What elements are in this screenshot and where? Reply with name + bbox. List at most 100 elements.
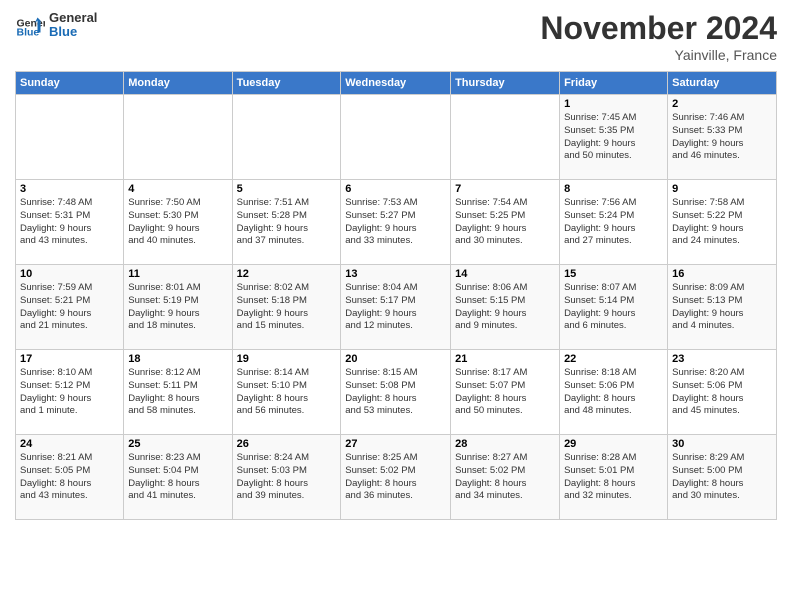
day-info: Sunrise: 8:27 AM Sunset: 5:02 PM Dayligh…: [455, 452, 555, 503]
calendar-cell: 1 Sunrise: 7:45 AM Sunset: 5:35 PM Daylig…: [560, 95, 668, 180]
day-info: Sunrise: 8:25 AM Sunset: 5:02 PM Dayligh…: [345, 452, 446, 503]
location-title: Yainville, France: [540, 47, 777, 63]
calendar-cell: 27 Sunrise: 8:25 AM Sunset: 5:02 PM Dayli…: [341, 435, 451, 520]
day-number: 10: [20, 268, 119, 280]
calendar: SundayMondayTuesdayWednesdayThursdayFrid…: [15, 71, 777, 520]
day-info: Sunrise: 7:59 AM Sunset: 5:21 PM Dayligh…: [20, 282, 119, 333]
logo: General Blue General Blue: [15, 10, 97, 40]
day-number: 17: [20, 353, 119, 365]
calendar-cell: 17 Sunrise: 8:10 AM Sunset: 5:12 PM Dayli…: [16, 350, 124, 435]
weekday-header-wednesday: Wednesday: [341, 72, 451, 95]
week-row-3: 17 Sunrise: 8:10 AM Sunset: 5:12 PM Dayli…: [16, 350, 777, 435]
day-info: Sunrise: 8:02 AM Sunset: 5:18 PM Dayligh…: [237, 282, 337, 333]
day-number: 14: [455, 268, 555, 280]
week-row-4: 24 Sunrise: 8:21 AM Sunset: 5:05 PM Dayli…: [16, 435, 777, 520]
calendar-cell: 9 Sunrise: 7:58 AM Sunset: 5:22 PM Daylig…: [668, 180, 777, 265]
day-info: Sunrise: 8:24 AM Sunset: 5:03 PM Dayligh…: [237, 452, 337, 503]
day-number: 11: [128, 268, 227, 280]
calendar-cell: 2 Sunrise: 7:46 AM Sunset: 5:33 PM Daylig…: [668, 95, 777, 180]
calendar-cell: 5Sunrise: 7:51 AM Sunset: 5:28 PM Daylig…: [232, 180, 341, 265]
day-number: 25: [128, 438, 227, 450]
calendar-cell: [341, 95, 451, 180]
weekday-header-tuesday: Tuesday: [232, 72, 341, 95]
calendar-cell: 3 Sunrise: 7:48 AM Sunset: 5:31 PM Daylig…: [16, 180, 124, 265]
calendar-cell: 24 Sunrise: 8:21 AM Sunset: 5:05 PM Dayli…: [16, 435, 124, 520]
day-info: Sunrise: 7:53 AM Sunset: 5:27 PM Dayligh…: [345, 197, 446, 248]
calendar-cell: 8Sunrise: 7:56 AM Sunset: 5:24 PM Daylig…: [560, 180, 668, 265]
day-number: 26: [237, 438, 337, 450]
day-info: Sunrise: 7:45 AM Sunset: 5:35 PM Dayligh…: [564, 112, 663, 163]
day-number: 2: [672, 98, 772, 110]
day-number: 5: [237, 183, 337, 195]
header: General Blue General Blue November 2024 …: [15, 10, 777, 63]
day-info: Sunrise: 7:46 AM Sunset: 5:33 PM Dayligh…: [672, 112, 772, 163]
week-row-1: 3 Sunrise: 7:48 AM Sunset: 5:31 PM Daylig…: [16, 180, 777, 265]
day-info: Sunrise: 8:07 AM Sunset: 5:14 PM Dayligh…: [564, 282, 663, 333]
day-number: 7: [455, 183, 555, 195]
calendar-cell: 11 Sunrise: 8:01 AM Sunset: 5:19 PM Dayli…: [124, 265, 232, 350]
day-number: 18: [128, 353, 227, 365]
day-info: Sunrise: 8:15 AM Sunset: 5:08 PM Dayligh…: [345, 367, 446, 418]
day-number: 24: [20, 438, 119, 450]
day-info: Sunrise: 8:29 AM Sunset: 5:00 PM Dayligh…: [672, 452, 772, 503]
day-number: 6: [345, 183, 446, 195]
day-info: Sunrise: 8:17 AM Sunset: 5:07 PM Dayligh…: [455, 367, 555, 418]
day-number: 27: [345, 438, 446, 450]
weekday-header-friday: Friday: [560, 72, 668, 95]
weekday-header-sunday: Sunday: [16, 72, 124, 95]
day-info: Sunrise: 8:09 AM Sunset: 5:13 PM Dayligh…: [672, 282, 772, 333]
day-number: 8: [564, 183, 663, 195]
day-info: Sunrise: 8:28 AM Sunset: 5:01 PM Dayligh…: [564, 452, 663, 503]
day-info: Sunrise: 7:50 AM Sunset: 5:30 PM Dayligh…: [128, 197, 227, 248]
day-number: 3: [20, 183, 119, 195]
calendar-cell: 13 Sunrise: 8:04 AM Sunset: 5:17 PM Dayli…: [341, 265, 451, 350]
page: General Blue General Blue November 2024 …: [0, 0, 792, 612]
calendar-cell: 19Sunrise: 8:14 AM Sunset: 5:10 PM Dayli…: [232, 350, 341, 435]
day-number: 21: [455, 353, 555, 365]
day-info: Sunrise: 8:14 AM Sunset: 5:10 PM Dayligh…: [237, 367, 337, 418]
calendar-cell: 29 Sunrise: 8:28 AM Sunset: 5:01 PM Dayli…: [560, 435, 668, 520]
calendar-cell: 23Sunrise: 8:20 AM Sunset: 5:06 PM Dayli…: [668, 350, 777, 435]
day-info: Sunrise: 8:01 AM Sunset: 5:19 PM Dayligh…: [128, 282, 227, 333]
day-number: 30: [672, 438, 772, 450]
day-number: 9: [672, 183, 772, 195]
day-number: 20: [345, 353, 446, 365]
calendar-cell: 14 Sunrise: 8:06 AM Sunset: 5:15 PM Dayli…: [451, 265, 560, 350]
calendar-cell: 15 Sunrise: 8:07 AM Sunset: 5:14 PM Dayli…: [560, 265, 668, 350]
day-info: Sunrise: 7:54 AM Sunset: 5:25 PM Dayligh…: [455, 197, 555, 248]
calendar-cell: 4 Sunrise: 7:50 AM Sunset: 5:30 PM Daylig…: [124, 180, 232, 265]
day-number: 13: [345, 268, 446, 280]
weekday-header-row: SundayMondayTuesdayWednesdayThursdayFrid…: [16, 72, 777, 95]
day-info: Sunrise: 8:06 AM Sunset: 5:15 PM Dayligh…: [455, 282, 555, 333]
calendar-cell: 22Sunrise: 8:18 AM Sunset: 5:06 PM Dayli…: [560, 350, 668, 435]
day-number: 15: [564, 268, 663, 280]
calendar-cell: [232, 95, 341, 180]
calendar-cell: 26 Sunrise: 8:24 AM Sunset: 5:03 PM Dayli…: [232, 435, 341, 520]
calendar-cell: 10 Sunrise: 7:59 AM Sunset: 5:21 PM Dayli…: [16, 265, 124, 350]
calendar-cell: 20 Sunrise: 8:15 AM Sunset: 5:08 PM Dayli…: [341, 350, 451, 435]
day-info: Sunrise: 8:12 AM Sunset: 5:11 PM Dayligh…: [128, 367, 227, 418]
title-block: November 2024 Yainville, France: [540, 10, 777, 63]
logo-icon: General Blue: [15, 10, 45, 40]
day-number: 1: [564, 98, 663, 110]
day-info: Sunrise: 8:04 AM Sunset: 5:17 PM Dayligh…: [345, 282, 446, 333]
calendar-cell: [124, 95, 232, 180]
day-info: Sunrise: 8:21 AM Sunset: 5:05 PM Dayligh…: [20, 452, 119, 503]
svg-text:Blue: Blue: [17, 27, 40, 39]
logo-blue-text: Blue: [49, 25, 97, 39]
day-number: 29: [564, 438, 663, 450]
day-info: Sunrise: 7:58 AM Sunset: 5:22 PM Dayligh…: [672, 197, 772, 248]
week-row-0: 1 Sunrise: 7:45 AM Sunset: 5:35 PM Daylig…: [16, 95, 777, 180]
day-number: 23: [672, 353, 772, 365]
day-info: Sunrise: 8:10 AM Sunset: 5:12 PM Dayligh…: [20, 367, 119, 418]
day-info: Sunrise: 8:18 AM Sunset: 5:06 PM Dayligh…: [564, 367, 663, 418]
calendar-cell: 16Sunrise: 8:09 AM Sunset: 5:13 PM Dayli…: [668, 265, 777, 350]
calendar-cell: [451, 95, 560, 180]
calendar-cell: 21 Sunrise: 8:17 AM Sunset: 5:07 PM Dayli…: [451, 350, 560, 435]
weekday-header-thursday: Thursday: [451, 72, 560, 95]
calendar-cell: 18 Sunrise: 8:12 AM Sunset: 5:11 PM Dayli…: [124, 350, 232, 435]
day-number: 4: [128, 183, 227, 195]
calendar-cell: 6 Sunrise: 7:53 AM Sunset: 5:27 PM Daylig…: [341, 180, 451, 265]
day-number: 12: [237, 268, 337, 280]
day-info: Sunrise: 7:48 AM Sunset: 5:31 PM Dayligh…: [20, 197, 119, 248]
